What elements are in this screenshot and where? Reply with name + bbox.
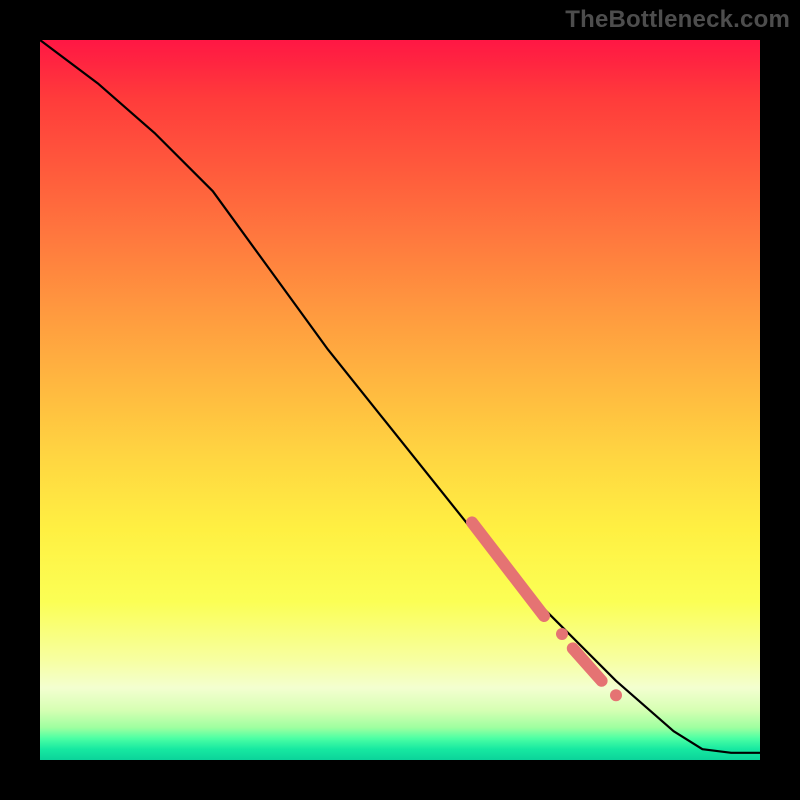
chart-stage: TheBottleneck.com: [0, 0, 800, 800]
highlight-segment: [472, 522, 544, 616]
plot-area: [40, 40, 760, 760]
watermark-label: TheBottleneck.com: [565, 6, 790, 34]
highlight-dot: [610, 689, 622, 701]
highlight-dot: [556, 628, 568, 640]
chart-svg: [40, 40, 760, 760]
curve-line: [40, 40, 760, 753]
highlight-group: [472, 522, 622, 701]
